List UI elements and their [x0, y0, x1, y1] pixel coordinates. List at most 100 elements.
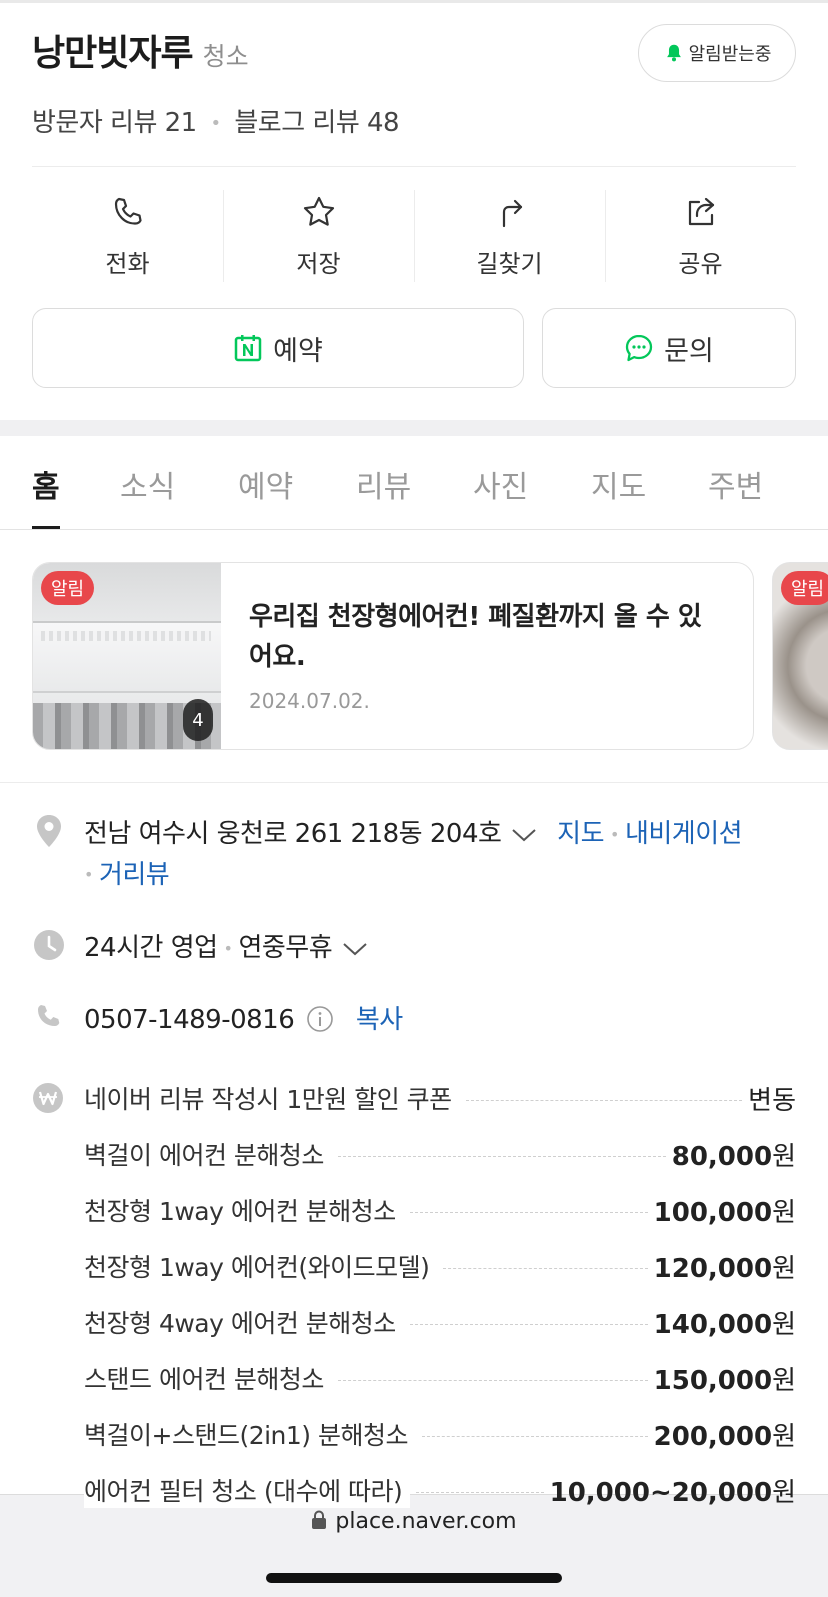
dotted-leader — [337, 1379, 648, 1381]
price-item-name: 에어컨 필터 청소 (대수에 따라) — [84, 1472, 411, 1508]
dotted-leader — [409, 1323, 648, 1325]
clock-icon — [32, 928, 66, 962]
tab-map[interactable]: 지도 — [591, 462, 646, 506]
header-divider — [32, 166, 796, 167]
directions-icon — [502, 199, 522, 228]
news-date: 2024.07.02. — [249, 689, 370, 713]
place-name: 낭만빗자루 — [32, 33, 194, 74]
primary-buttons: 예약 문의 — [32, 308, 796, 388]
info-icon[interactable] — [306, 1005, 334, 1033]
separator-dot: • — [210, 113, 221, 134]
hours-row: 24시간 영업 • 연중무휴 — [32, 928, 796, 969]
price-item-value: 80,000원 — [671, 1141, 796, 1172]
price-item-value: 200,000원 — [653, 1421, 796, 1452]
chevron-down-icon[interactable] — [342, 941, 368, 957]
hours-text-block: 24시간 영업 • 연중무휴 — [84, 928, 368, 969]
price-item: 벽걸이 에어컨 분해청소 80,000원 — [32, 1126, 796, 1182]
tab-bar: 홈 소식 예약 리뷰 사진 지도 주변 — [0, 436, 828, 530]
section-separator — [0, 420, 828, 436]
chevron-down-icon[interactable] — [511, 827, 537, 843]
place-header: 낭만빗자루 청소 알림받는중 방문자 리뷰 21 • 블로그 리뷰 48 — [32, 24, 796, 138]
news-card-next[interactable]: 알림 — [772, 562, 828, 750]
address: 전남 여수시 웅천로 261 218동 204호 — [84, 819, 502, 849]
news-title: 우리집 천장형에어컨! 폐질환까지 올 수 있어요. — [249, 602, 702, 672]
phone-text-block: 0507-1489-0816 복사 — [84, 1000, 403, 1040]
directions-label: 길찾기 — [476, 250, 543, 278]
save-label: 저장 — [296, 250, 341, 278]
inquiry-label: 문의 — [664, 335, 714, 367]
star-icon — [303, 196, 334, 226]
dotted-leader — [416, 1491, 544, 1493]
reserve-button[interactable]: 예약 — [32, 308, 524, 388]
news-thumbnail: 알림 4 — [33, 563, 221, 749]
price-item-name: 네이버 리뷰 작성시 1만원 할인 쿠폰 — [84, 1080, 460, 1116]
tab-news[interactable]: 소식 — [120, 462, 175, 506]
share-icon — [688, 197, 714, 226]
price-item-name: 천장형 1way 에어컨(와이드모델) — [84, 1248, 438, 1284]
blog-reviews-link[interactable]: 블로그 리뷰 48 — [234, 108, 399, 138]
directions-action[interactable]: 길찾기 — [414, 190, 605, 282]
url-bar[interactable]: place.naver.com — [0, 1509, 828, 1534]
share-action[interactable]: 공유 — [605, 190, 796, 282]
naver-calendar-icon — [234, 335, 262, 362]
reserve-label: 예약 — [273, 335, 323, 367]
price-item: 천장형 1way 에어컨(와이드모델) 120,000원 — [32, 1238, 796, 1294]
chat-bubble-icon — [626, 334, 653, 362]
review-counts: 방문자 리뷰 21 • 블로그 리뷰 48 — [32, 102, 796, 139]
hours: 24시간 영업 — [84, 933, 218, 963]
location-pin-icon — [32, 814, 66, 848]
phone-small-icon — [32, 1000, 66, 1034]
price-item-name: 벽걸이+스탠드(2in1) 분해청소 — [84, 1416, 417, 1452]
home-indicator[interactable] — [266, 1573, 562, 1583]
inquiry-button[interactable]: 문의 — [542, 308, 796, 388]
save-action[interactable]: 저장 — [223, 190, 414, 282]
price-item-name: 스탠드 에어컨 분해청소 — [84, 1360, 332, 1396]
price-item-value: 10,000~20,000원 — [549, 1477, 796, 1508]
news-card-body: 우리집 천장형에어컨! 폐질환까지 올 수 있어요. 2024.07.02. — [249, 597, 713, 713]
price-item: 천장형 4way 에어컨 분해청소 140,000원 — [32, 1294, 796, 1350]
bell-icon — [666, 44, 681, 62]
top-divider — [0, 0, 828, 3]
street-view-link[interactable]: 거리뷰 — [99, 860, 170, 890]
tab-home[interactable]: 홈 — [32, 462, 60, 506]
address-row: 전남 여수시 웅천로 261 218동 204호 지도 • 내비게이션 • 거리뷰 — [32, 814, 796, 895]
price-item-value: 150,000원 — [653, 1365, 796, 1396]
active-tab-indicator — [32, 526, 60, 529]
news-card[interactable]: 알림 4 우리집 천장형에어컨! 폐질환까지 올 수 있어요. 2024.07.… — [32, 562, 754, 750]
lock-icon — [312, 1510, 327, 1529]
visitor-reviews-link[interactable]: 방문자 리뷰 21 — [32, 108, 197, 138]
hours-note: 연중무휴 — [238, 933, 333, 963]
price-list: 네이버 리뷰 작성시 1만원 할인 쿠폰 변동 벽걸이 에어컨 분해청소 80,… — [32, 1070, 796, 1518]
tab-nearby[interactable]: 주변 — [708, 462, 763, 506]
dotted-leader — [409, 1211, 648, 1213]
place-category: 청소 — [202, 42, 249, 71]
dotted-leader — [465, 1099, 743, 1101]
phone-row: 0507-1489-0816 복사 — [32, 1000, 796, 1040]
price-item-value: 100,000원 — [653, 1197, 796, 1228]
phone-number: 0507-1489-0816 — [84, 1005, 295, 1035]
price-item-value: 140,000원 — [653, 1309, 796, 1340]
map-link[interactable]: 지도 — [557, 819, 604, 849]
navigation-link[interactable]: 내비게이션 — [625, 819, 743, 849]
info-divider — [0, 782, 828, 783]
price-item-value: 변동 — [748, 1085, 796, 1116]
call-action[interactable]: 전화 — [32, 190, 223, 282]
price-item: 천장형 1way 에어컨 분해청소 100,000원 — [32, 1182, 796, 1238]
share-label: 공유 — [678, 250, 723, 278]
alarm-label: 알림받는중 — [688, 44, 772, 65]
tab-photos[interactable]: 사진 — [473, 462, 528, 506]
aircon-image-shape — [33, 621, 221, 693]
photo-count-badge: 4 — [183, 699, 213, 741]
price-item-name: 벽걸이 에어컨 분해청소 — [84, 1136, 332, 1172]
tab-booking[interactable]: 예약 — [238, 462, 293, 506]
call-label: 전화 — [105, 250, 150, 278]
tab-reviews[interactable]: 리뷰 — [356, 462, 411, 506]
copy-link[interactable]: 복사 — [356, 1005, 403, 1035]
phone-icon — [114, 197, 142, 225]
price-item: 스탠드 에어컨 분해청소 150,000원 — [32, 1350, 796, 1406]
price-item-name: 천장형 1way 에어컨 분해청소 — [84, 1192, 404, 1228]
action-bar: 전화 저장 길찾기 공유 — [32, 190, 796, 282]
dotted-leader — [337, 1155, 666, 1157]
browser-bottom-bar: place.naver.com — [0, 1494, 828, 1597]
alarm-subscribe-button[interactable]: 알림받는중 — [638, 24, 796, 82]
